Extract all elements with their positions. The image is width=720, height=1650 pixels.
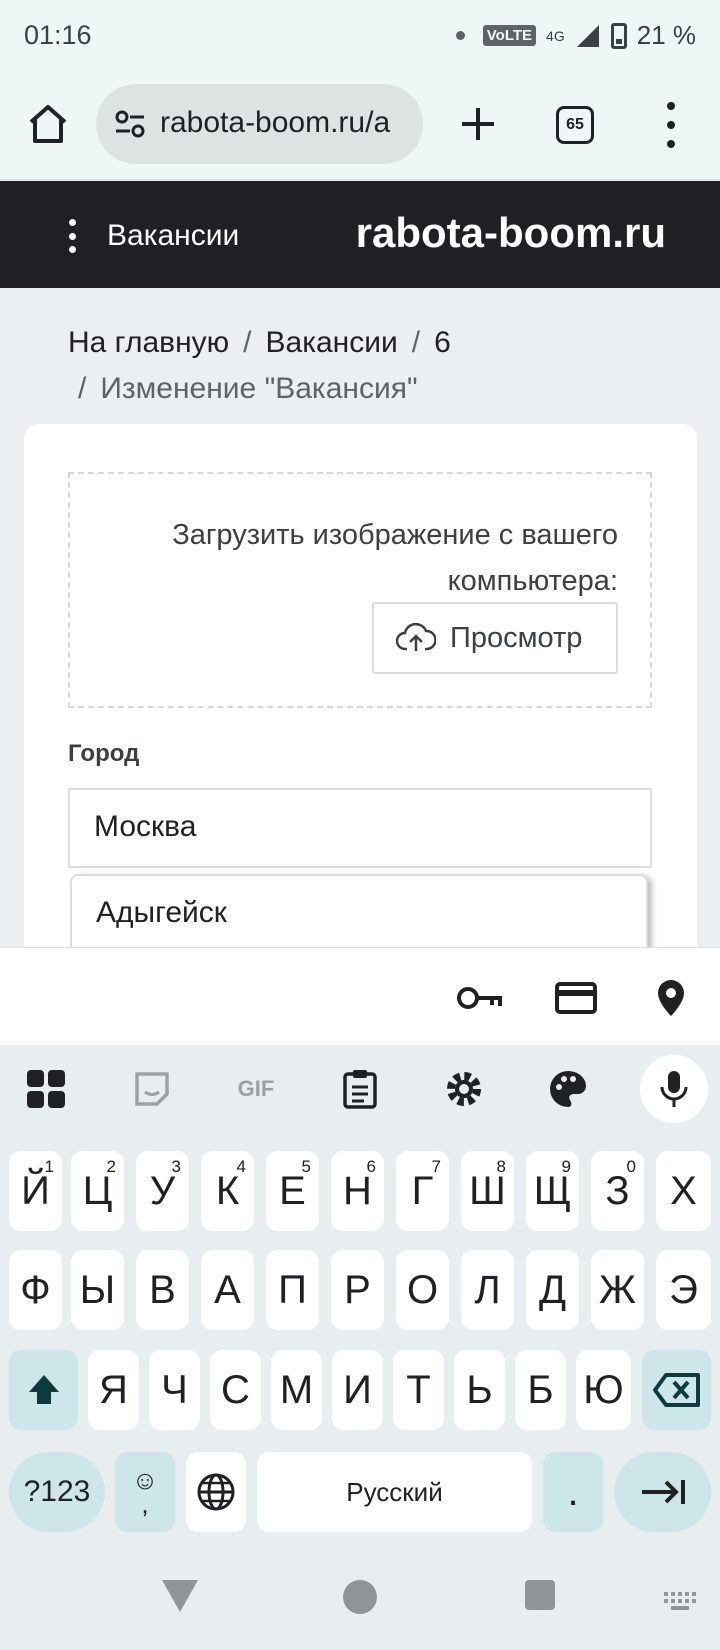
url-text: rabota-boom.ru/a (160, 106, 391, 139)
address-bar[interactable]: rabota-boom.ru/a (96, 84, 423, 164)
upload-title: Загрузить изображение с вашего компьютер… (172, 519, 618, 597)
clock: 01:16 (24, 20, 92, 50)
battery-percent: 21 % (636, 20, 696, 50)
suggestion-item[interactable]: Адыгейск (96, 896, 622, 930)
key-г[interactable]: Г7 (396, 1151, 449, 1231)
space-key[interactable]: Русский (257, 1452, 532, 1532)
keyboard-switch-icon[interactable] (664, 1592, 696, 1612)
volte-icon: VoLTE (482, 25, 537, 46)
key-ф[interactable]: Ф (9, 1250, 62, 1330)
sticker-icon[interactable] (126, 1063, 178, 1115)
new-tab-icon[interactable] (454, 100, 502, 148)
key-в[interactable]: В (136, 1250, 189, 1330)
key-о[interactable]: О (396, 1250, 449, 1330)
symbols-key[interactable]: ?123 (9, 1452, 105, 1532)
key-л[interactable]: Л (461, 1250, 514, 1330)
apps-grid-icon[interactable] (20, 1063, 72, 1115)
status-icons: VoLTE 4G 21 % (455, 20, 696, 51)
key-п[interactable]: П (266, 1250, 319, 1330)
breadcrumb-item-id[interactable]: 6 (434, 326, 451, 359)
nav-menu-icon[interactable] (66, 219, 78, 253)
system-nav-bar (0, 1540, 720, 1650)
key-у[interactable]: У3 (136, 1151, 189, 1231)
cloud-upload-icon (396, 623, 436, 651)
key-ц[interactable]: Ц2 (71, 1151, 124, 1231)
key-я[interactable]: Я (88, 1350, 139, 1430)
nav-vacancies-link[interactable]: Вакансии (107, 219, 239, 253)
on-screen-keyboard: GIF Й1 Ц2 У3 К4 Е5 Н6 Г7 Ш8 Щ9 З0 Х Ф Ы … (0, 1045, 720, 1540)
breadcrumb-separator: / (411, 326, 421, 359)
gif-icon[interactable]: GIF (228, 1063, 284, 1115)
tab-next-icon (641, 1480, 685, 1504)
key-д[interactable]: Д (526, 1250, 579, 1330)
key-ч[interactable]: Ч (149, 1350, 200, 1430)
next-key[interactable] (614, 1452, 711, 1532)
keyboard-toolbar: GIF (0, 1045, 720, 1131)
mic-icon[interactable] (640, 1055, 708, 1123)
city-input[interactable]: Москва (68, 788, 652, 868)
back-icon[interactable] (162, 1580, 198, 1612)
browser-toolbar: rabota-boom.ru/a 65 (0, 72, 720, 180)
key-ш[interactable]: Ш8 (461, 1151, 514, 1231)
status-bar: 01:16 VoLTE 4G 21 % (0, 0, 720, 72)
key-т[interactable]: Т (393, 1350, 444, 1430)
card-icon[interactable] (554, 978, 598, 1018)
browser-menu-icon[interactable] (656, 102, 686, 148)
key-icon[interactable] (456, 978, 504, 1018)
settings-icon[interactable] (438, 1063, 490, 1115)
key-х[interactable]: Х (656, 1151, 711, 1231)
breadcrumb: На главную / Вакансии / 6 / Изменение "Ваканс… (68, 320, 668, 412)
key-ь[interactable]: Ь (454, 1350, 505, 1430)
key-ы[interactable]: Ы (71, 1250, 124, 1330)
period-key[interactable]: . (543, 1452, 603, 1532)
network-type: 4G (546, 27, 565, 44)
autofill-bar (0, 947, 720, 1045)
key-и[interactable]: И (332, 1350, 383, 1430)
signal-icon (576, 24, 599, 47)
breadcrumb-vacancies[interactable]: Вакансии (266, 326, 398, 359)
site-header: Вакансии rabota-boom.ru (0, 181, 720, 288)
globe-icon (197, 1473, 235, 1511)
key-ю[interactable]: Ю (576, 1350, 631, 1430)
clipboard-icon[interactable] (334, 1063, 386, 1115)
notification-dot-icon (455, 31, 465, 40)
key-р[interactable]: Р (331, 1250, 384, 1330)
backspace-icon (652, 1373, 700, 1407)
key-й[interactable]: Й1 (9, 1151, 62, 1231)
tab-switcher-button[interactable]: 65 (556, 106, 594, 144)
key-э[interactable]: Э (656, 1250, 711, 1330)
breadcrumb-current: Изменение "Вакансия" (100, 372, 418, 405)
browse-button[interactable]: Просмотр (372, 602, 618, 674)
battery-icon (610, 22, 627, 49)
home-icon[interactable] (24, 100, 72, 148)
breadcrumb-separator: / (78, 372, 87, 405)
location-icon[interactable] (654, 978, 688, 1018)
key-щ[interactable]: Щ9 (526, 1151, 579, 1231)
key-з[interactable]: З0 (591, 1151, 644, 1231)
key-е[interactable]: Е5 (266, 1151, 319, 1231)
site-settings-icon[interactable] (112, 106, 148, 142)
form-card: Загрузить изображение с вашего компьютер… (24, 424, 697, 994)
image-upload-zone[interactable]: Загрузить изображение с вашего компьютер… (68, 472, 652, 708)
key-ж[interactable]: Ж (591, 1250, 644, 1330)
key-к[interactable]: К4 (201, 1151, 254, 1231)
shift-key[interactable] (9, 1350, 78, 1430)
home-circle-icon[interactable] (343, 1580, 377, 1614)
shift-icon (28, 1375, 59, 1404)
key-б[interactable]: Б (515, 1350, 566, 1430)
city-label: Город (68, 740, 140, 767)
language-globe-key[interactable] (186, 1452, 246, 1532)
breadcrumb-home[interactable]: На главную (68, 326, 229, 359)
palette-icon[interactable] (542, 1063, 594, 1115)
key-м[interactable]: М (271, 1350, 322, 1430)
recent-apps-icon[interactable] (525, 1580, 555, 1610)
backspace-key[interactable] (642, 1350, 711, 1430)
key-с[interactable]: С (210, 1350, 261, 1430)
emoji-comma-key[interactable]: ☺ , (115, 1452, 175, 1532)
key-а[interactable]: А (201, 1250, 254, 1330)
site-logo[interactable]: rabota-boom.ru (356, 209, 666, 257)
key-н[interactable]: Н6 (331, 1151, 384, 1231)
breadcrumb-separator: / (243, 326, 252, 359)
browse-label: Просмотр (450, 621, 583, 654)
